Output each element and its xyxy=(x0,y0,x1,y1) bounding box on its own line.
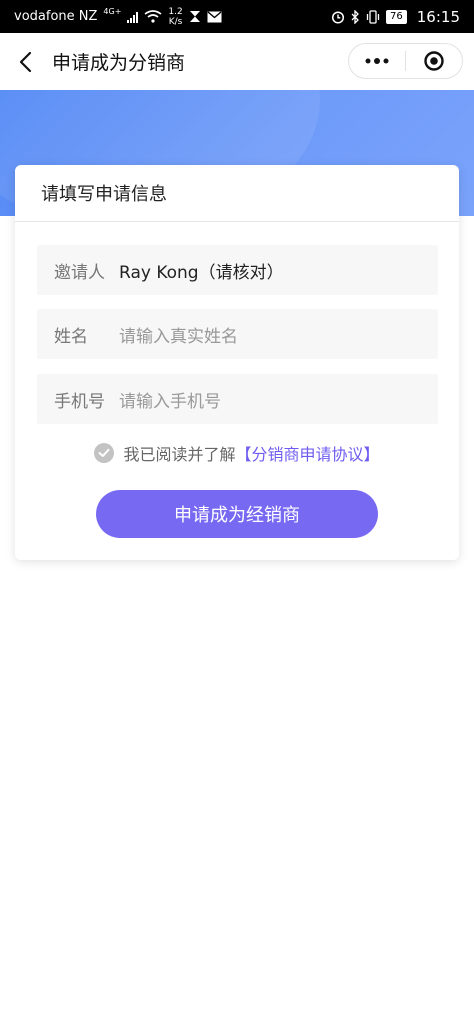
name-label: 姓名 xyxy=(54,326,88,347)
navigation-bar: 申请成为分销商 xyxy=(0,33,474,90)
form-heading: 请填写申请信息 xyxy=(15,165,459,222)
signal-icon xyxy=(127,11,139,23)
chevron-left-icon xyxy=(19,51,32,72)
phone-input[interactable]: 请输入手机号 xyxy=(119,387,221,412)
clock-time: 16:15 xyxy=(416,7,460,26)
hourglass-icon xyxy=(189,11,200,22)
phone-label: 手机号 xyxy=(54,391,105,412)
status-left: vodafone NZ 4G+ 1.2 K/s xyxy=(14,7,222,27)
name-field[interactable]: 姓名 请输入真实姓名 xyxy=(37,309,438,359)
speed-unit: K/s xyxy=(168,16,183,27)
inviter-value: Ray Kong（请核对） xyxy=(119,262,284,283)
target-close-icon xyxy=(424,51,444,71)
name-input[interactable]: 请输入真实姓名 xyxy=(119,322,238,347)
page-title: 申请成为分销商 xyxy=(52,52,186,74)
agreement-text: 我已阅读并了解 xyxy=(123,445,236,464)
agreement-checkbox[interactable] xyxy=(94,443,115,463)
miniprogram-capsule xyxy=(348,43,463,79)
phone-field[interactable]: 手机号 请输入手机号 xyxy=(37,374,438,424)
check-icon xyxy=(98,448,110,457)
battery-level: 76 xyxy=(386,9,407,24)
application-form-card: 请填写申请信息 邀请人 Ray Kong（请核对） 姓名 请输入真实姓名 手机号… xyxy=(15,165,459,560)
agreement-link[interactable]: 【分销商申请协议】 xyxy=(236,441,380,465)
network-type: 4G+ xyxy=(103,7,122,16)
vibrate-icon xyxy=(366,9,380,24)
back-button[interactable] xyxy=(0,33,50,90)
inviter-field: 邀请人 Ray Kong（请核对） xyxy=(37,245,438,295)
carrier-name: vodafone NZ xyxy=(14,9,98,24)
status-bar: vodafone NZ 4G+ 1.2 K/s 76 16:15 xyxy=(0,0,474,33)
more-dots-icon xyxy=(365,58,389,64)
wifi-icon xyxy=(144,10,162,23)
mail-icon xyxy=(207,10,222,22)
status-right: 76 16:15 xyxy=(331,8,460,26)
inviter-label: 邀请人 xyxy=(54,262,105,283)
agreement-row: 我已阅读并了解 【分销商申请协议】 xyxy=(15,440,459,466)
close-miniprogram-button[interactable] xyxy=(406,44,462,78)
speed-value: 1.2 xyxy=(168,6,183,17)
apply-button-label: 申请成为经销商 xyxy=(174,505,300,526)
alarm-icon xyxy=(331,10,345,24)
more-button[interactable] xyxy=(349,44,405,78)
form-heading-text: 请填写申请信息 xyxy=(41,184,167,205)
apply-button[interactable]: 申请成为经销商 xyxy=(96,490,378,538)
network-speed: 1.2 K/s xyxy=(168,7,182,27)
bluetooth-icon xyxy=(351,9,359,24)
